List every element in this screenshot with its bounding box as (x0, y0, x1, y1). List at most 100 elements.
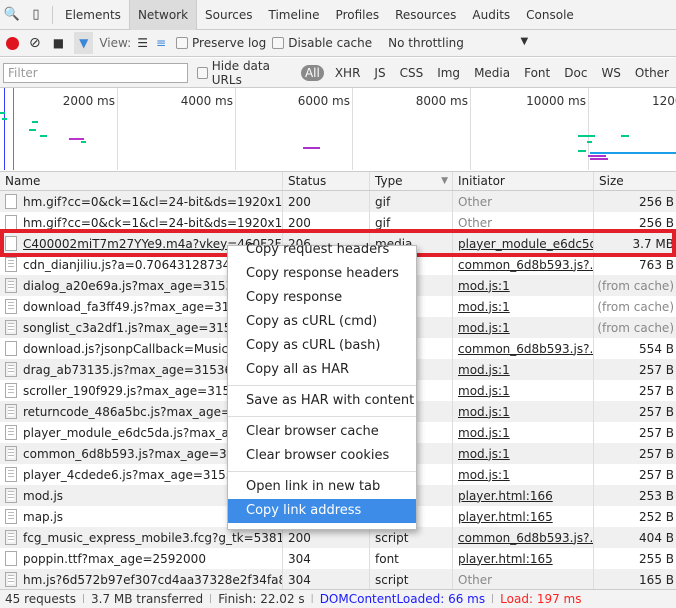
cell-initiator[interactable]: player.html:165 (453, 548, 594, 569)
cell-size: 257 B (639, 425, 674, 440)
cell-initiator[interactable]: mod.js:1 (453, 443, 594, 464)
initiator-link[interactable]: mod.js:1 (458, 426, 510, 440)
initiator-link[interactable]: mod.js:1 (458, 300, 510, 314)
menu-item-copy-link-address[interactable]: Copy link address (228, 499, 416, 523)
type-filter-xhr[interactable]: XHR (335, 66, 361, 80)
timeline-overview[interactable]: 2000 ms 4000 ms 6000 ms 8000 ms 10000 ms… (0, 88, 676, 172)
hide-data-urls-checkbox[interactable] (196, 66, 208, 79)
tab-sources[interactable]: Sources (197, 0, 260, 30)
column-header-status[interactable]: Status (283, 172, 370, 190)
initiator-link[interactable]: common_6d8b593.js?... (458, 531, 593, 545)
disable-cache-checkbox[interactable] (272, 37, 285, 49)
menu-item-clear-browser-cache[interactable]: Clear browser cache (228, 420, 416, 444)
cell-initiator[interactable]: mod.js:1 (453, 275, 594, 296)
initiator-link[interactable]: mod.js:1 (458, 468, 510, 482)
cell-initiator[interactable]: common_6d8b593.js?... (453, 338, 594, 359)
type-filter-js[interactable]: JS (374, 66, 385, 80)
table-row[interactable]: poppin.ttf?max_age=2592000 304 font play… (0, 548, 676, 569)
menu-separator (228, 385, 416, 386)
type-filter-doc[interactable]: Doc (564, 66, 587, 80)
filter-input[interactable]: Filter (3, 62, 188, 83)
initiator-link: Other (458, 215, 493, 230)
initiator-link[interactable]: mod.js:1 (458, 405, 510, 419)
cell-initiator[interactable]: mod.js:1 (453, 317, 594, 338)
cell-initiator[interactable]: player_module_e6dc5d... (453, 233, 594, 254)
tab-console[interactable]: Console (518, 0, 582, 30)
menu-item-copy-response-headers[interactable]: Copy response headers (228, 262, 416, 286)
cell-name[interactable]: hm.js?6d572b97ef307cd4aa37328e2f34fa8f (0, 569, 283, 590)
cell-name[interactable]: poppin.ttf?max_age=2592000 (0, 548, 283, 569)
hide-data-urls-label: Hide data URLs (211, 58, 270, 87)
cell-initiator[interactable]: mod.js:1 (453, 464, 594, 485)
cell-initiator[interactable]: mod.js:1 (453, 422, 594, 443)
menu-item-save-as-har-with-content[interactable]: Save as HAR with content (228, 389, 416, 413)
cell-initiator[interactable]: mod.js:1 (453, 296, 594, 317)
tab-resources[interactable]: Resources (387, 0, 464, 30)
type-filter-ws[interactable]: WS (601, 66, 620, 80)
menu-item-copy-response[interactable]: Copy response (228, 286, 416, 310)
tab-audits[interactable]: Audits (464, 0, 518, 30)
menu-item-copy-as-curl-bash[interactable]: Copy as cURL (bash) (228, 334, 416, 358)
cell-name[interactable]: fcg_music_express_mobile3.fcg?g_tk=5381&… (0, 527, 283, 548)
type-filter-img[interactable]: Img (437, 66, 460, 80)
column-header-type[interactable]: Type ▼ (370, 172, 453, 190)
tab-network[interactable]: Network (128, 0, 198, 30)
cell-initiator[interactable]: common_6d8b593.js?... (453, 254, 594, 275)
large-rows-icon[interactable]: ☰ (137, 36, 148, 50)
cell-initiator[interactable]: mod.js:1 (453, 380, 594, 401)
initiator-link[interactable]: player.html:165 (458, 552, 553, 566)
script-file-icon (5, 509, 17, 524)
cell-size: 252 B (639, 509, 674, 524)
column-header-name[interactable]: Name (0, 172, 283, 190)
cell-initiator[interactable]: mod.js:1 (453, 359, 594, 380)
initiator-link[interactable]: common_6d8b593.js?... (458, 258, 593, 272)
record-icon[interactable] (6, 36, 19, 50)
initiator-link[interactable]: common_6d8b593.js?... (458, 342, 593, 356)
type-filter-css[interactable]: CSS (400, 66, 424, 80)
column-header-initiator[interactable]: Initiator (453, 172, 594, 190)
device-mode-icon[interactable]: ▯ (24, 7, 48, 22)
initiator-link[interactable]: mod.js:1 (458, 279, 510, 293)
initiator-link[interactable]: player_module_e6dc5d... (458, 237, 593, 251)
initiator-link[interactable]: player.html:165 (458, 510, 553, 524)
tab-profiles[interactable]: Profiles (328, 0, 388, 30)
camera-icon[interactable]: ■ (53, 36, 64, 50)
initiator-link[interactable]: mod.js:1 (458, 321, 510, 335)
initiator-link[interactable]: player.html:166 (458, 489, 553, 503)
table-row[interactable]: hm.gif?cc=0&ck=1&cl=24-bit&ds=1920x1080.… (0, 212, 676, 233)
filter-icon[interactable]: ▼ (74, 32, 94, 54)
menu-item-clear-browser-cookies[interactable]: Clear browser cookies (228, 444, 416, 468)
type-filter-all[interactable]: All (300, 64, 324, 81)
cell-initiator: Other (453, 212, 594, 233)
cell-initiator[interactable]: common_6d8b593.js?... (453, 527, 594, 548)
gridline (352, 88, 353, 170)
column-header-size[interactable]: Size (594, 172, 676, 190)
waterfall-icon[interactable]: ≡ (156, 36, 166, 50)
menu-item-copy-as-curl-cmd[interactable]: Copy as cURL (cmd) (228, 310, 416, 334)
menu-item-copy-request-headers[interactable]: Copy request headers (228, 238, 416, 262)
table-row[interactable]: hm.gif?cc=0&ck=1&cl=24-bit&ds=1920x1080.… (0, 191, 676, 212)
cell-name[interactable]: hm.gif?cc=0&ck=1&cl=24-bit&ds=1920x1080.… (0, 191, 283, 212)
menu-item-copy-all-as-har[interactable]: Copy all as HAR (228, 358, 416, 382)
cell-initiator[interactable]: player.html:166 (453, 485, 594, 506)
cell-initiator[interactable]: mod.js:1 (453, 401, 594, 422)
menu-item-open-link-in-new-tab[interactable]: Open link in new tab (228, 475, 416, 499)
initiator-link[interactable]: mod.js:1 (458, 363, 510, 377)
initiator-link[interactable]: mod.js:1 (458, 384, 510, 398)
search-icon[interactable]: 🔍 (0, 7, 24, 22)
cell-size: 404 B (639, 530, 674, 545)
tab-elements[interactable]: Elements (57, 0, 129, 30)
table-row[interactable]: hm.js?6d572b97ef307cd4aa37328e2f34fa8f 3… (0, 569, 676, 590)
type-filter-media[interactable]: Media (474, 66, 510, 80)
table-row[interactable]: fcg_music_express_mobile3.fcg?g_tk=5381&… (0, 527, 676, 548)
preserve-log-checkbox[interactable] (176, 37, 189, 49)
cell-initiator[interactable]: player.html:165 (453, 506, 594, 527)
tab-timeline[interactable]: Timeline (261, 0, 328, 30)
cell-name[interactable]: hm.gif?cc=0&ck=1&cl=24-bit&ds=1920x1080.… (0, 212, 283, 233)
initiator-link[interactable]: mod.js:1 (458, 447, 510, 461)
throttling-select[interactable]: No throttling ▼ (388, 36, 528, 50)
clear-icon[interactable]: ⊘ (29, 35, 41, 51)
gridline (235, 88, 236, 170)
type-filter-other[interactable]: Other (635, 66, 669, 80)
type-filter-font[interactable]: Font (524, 66, 550, 80)
